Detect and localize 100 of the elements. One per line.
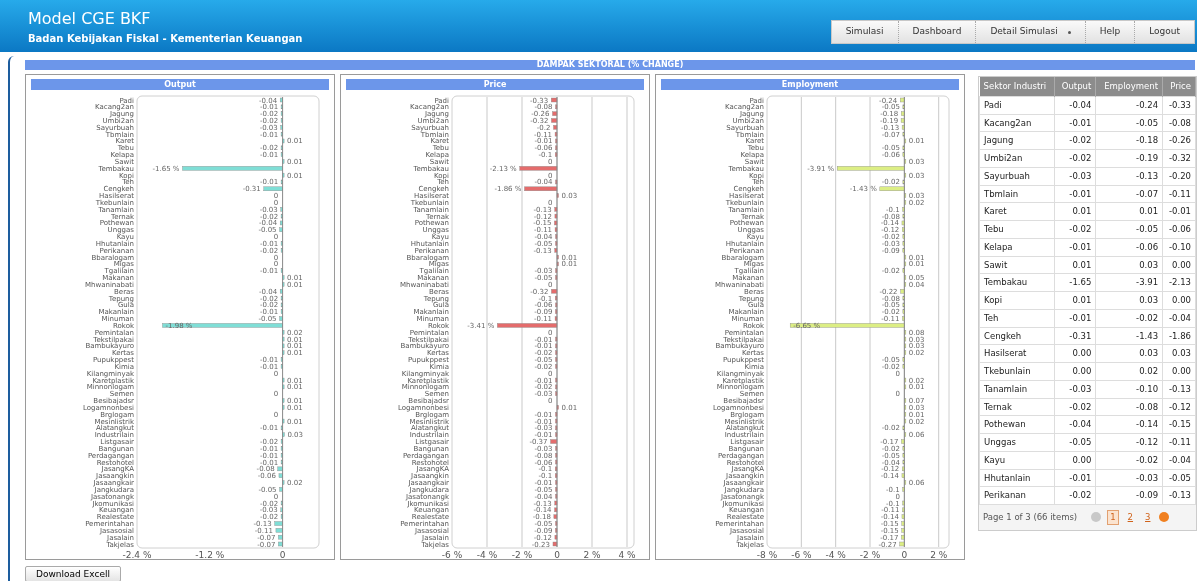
table-cell: -0.19 (1095, 149, 1163, 168)
table-cell: -0.26 (1162, 131, 1196, 150)
table-cell: -0.18 (1095, 131, 1163, 150)
table-cell: 0.00 (1054, 344, 1096, 363)
table-cell: 0.00 (1162, 291, 1196, 310)
table-cell: Tkebunlain (979, 362, 1055, 381)
table-cell: 0.03 (1095, 291, 1163, 310)
axis-tick-label: -4 % (825, 550, 846, 559)
table-cell: -0.04 (1162, 309, 1196, 327)
axis-tick-label: 0 (901, 550, 908, 559)
table-cell: -0.01 (1054, 309, 1096, 327)
table-cell: -0.02 (1054, 220, 1096, 239)
table-cell: 0.03 (1162, 344, 1196, 363)
table-cell: -0.13 (1095, 167, 1163, 185)
table-cell: Teh (979, 309, 1055, 327)
table-cell: -0.10 (1095, 380, 1163, 398)
chart-title: Price (346, 79, 644, 90)
axis-tick-label: -2.4 % (122, 550, 152, 559)
table-cell: -0.06 (1162, 220, 1196, 239)
table-cell: -0.02 (1054, 398, 1096, 416)
table-cell: -0.08 (1095, 398, 1163, 416)
table-cell: Pothewan (979, 415, 1055, 434)
table-cell: -0.09 (1095, 486, 1163, 505)
table-cell: -0.02 (1054, 149, 1096, 168)
axis-tick-label: 0 (279, 550, 286, 559)
table-cell: -2.13 (1162, 273, 1196, 292)
table-cell: 0.02 (1095, 362, 1163, 381)
chart-title: Employment (661, 79, 959, 90)
table-cell: -0.13 (1162, 486, 1196, 505)
table-cell: 0.03 (1095, 256, 1163, 274)
table-cell: Padi (979, 96, 1055, 114)
table-cell: -0.05 (1095, 114, 1163, 132)
table-cell: -0.20 (1162, 167, 1196, 185)
table-cell: 0.01 (1054, 256, 1096, 274)
table-cell: 0.01 (1054, 291, 1096, 310)
table-cell: Sawit (979, 256, 1055, 274)
table-cell: -0.05 (1162, 469, 1196, 487)
table-cell: Unggas (979, 433, 1055, 452)
section-title: DAMPAK SEKTORAL (% CHANGE) (25, 60, 1195, 70)
table-cell: -0.05 (1095, 220, 1163, 239)
table-cell: Tbmlain (979, 185, 1055, 203)
table-cell: Hasilserat (979, 344, 1055, 363)
table-cell: Sayurbuah (979, 167, 1055, 185)
table-cell: -0.01 (1054, 185, 1096, 203)
table-cell: Cengkeh (979, 327, 1055, 345)
table-cell: 0.03 (1095, 344, 1163, 363)
table-cell: -0.01 (1054, 114, 1096, 132)
axis-tick-label: -2 % (511, 550, 533, 559)
table-cell: Jagung (979, 131, 1055, 150)
table-cell: -0.02 (1054, 486, 1096, 505)
table-cell: -0.11 (1162, 185, 1196, 203)
table-cell: 0.00 (1054, 362, 1096, 381)
table-cell: -1.86 (1162, 327, 1196, 345)
table-cell: -0.01 (1054, 469, 1096, 487)
axis-tick-label: -1.2 % (195, 550, 225, 559)
table-cell: 0.00 (1054, 451, 1096, 469)
table-cell: 0.00 (1162, 256, 1196, 274)
table-cell: -0.11 (1162, 433, 1196, 452)
axis-tick-label: -8 % (756, 550, 778, 559)
table-cell: Perikanan (979, 486, 1055, 505)
table-cell: -0.03 (1095, 469, 1163, 487)
axis-tick-label: 4 % (618, 550, 636, 559)
table-cell: Hhutanlain (979, 469, 1055, 487)
axis-tick-label: 0 (554, 550, 560, 559)
axis-tick-label: -4 % (476, 550, 498, 559)
page-summary: Page 1 of 3 (66 items) (983, 511, 1078, 524)
table-cell: Tanamlain (979, 380, 1055, 398)
table-cell: -0.07 (1095, 185, 1163, 203)
table-cell: -0.14 (1095, 415, 1163, 434)
table-cell: 0.00 (1162, 362, 1196, 381)
table-cell: Tebu (979, 220, 1055, 239)
table-cell: -0.32 (1162, 149, 1196, 168)
table-cell: -0.02 (1054, 131, 1096, 150)
table-cell: -1.65 (1054, 273, 1096, 292)
table-cell: -0.03 (1054, 167, 1096, 185)
axis-tick-label: -2 % (859, 550, 881, 559)
table-cell: -0.13 (1162, 380, 1196, 398)
app-title: Model CGE BKF (28, 10, 152, 28)
table-cell: -0.15 (1162, 415, 1196, 434)
table-cell: Ternak (979, 398, 1055, 416)
axis-tick-label: 2 % (930, 550, 948, 559)
axis-tick-label: -6 % (791, 550, 812, 559)
table-cell: Kacang2an (979, 114, 1055, 132)
table-cell: -0.04 (1054, 96, 1096, 114)
table-cell: -3.91 (1095, 273, 1163, 292)
chart-title: Output (31, 79, 329, 90)
axis-tick-label: -6 % (441, 550, 463, 559)
table-cell: -0.01 (1054, 238, 1096, 256)
table-cell: -0.02 (1095, 309, 1163, 327)
table-cell: -0.06 (1095, 238, 1163, 256)
table-cell: 0.01 (1095, 202, 1163, 221)
table-cell: -1.43 (1095, 327, 1163, 345)
table-cell: -0.01 (1162, 202, 1196, 221)
table-cell: Kopi (979, 291, 1055, 310)
table-cell: Kelapa (979, 238, 1055, 256)
table-cell: Kayu (979, 451, 1055, 469)
table-cell: Tembakau (979, 273, 1055, 292)
table-cell: -0.12 (1095, 433, 1163, 452)
table-cell: -0.24 (1095, 96, 1163, 114)
axis-tick-label: 2 % (583, 550, 601, 559)
